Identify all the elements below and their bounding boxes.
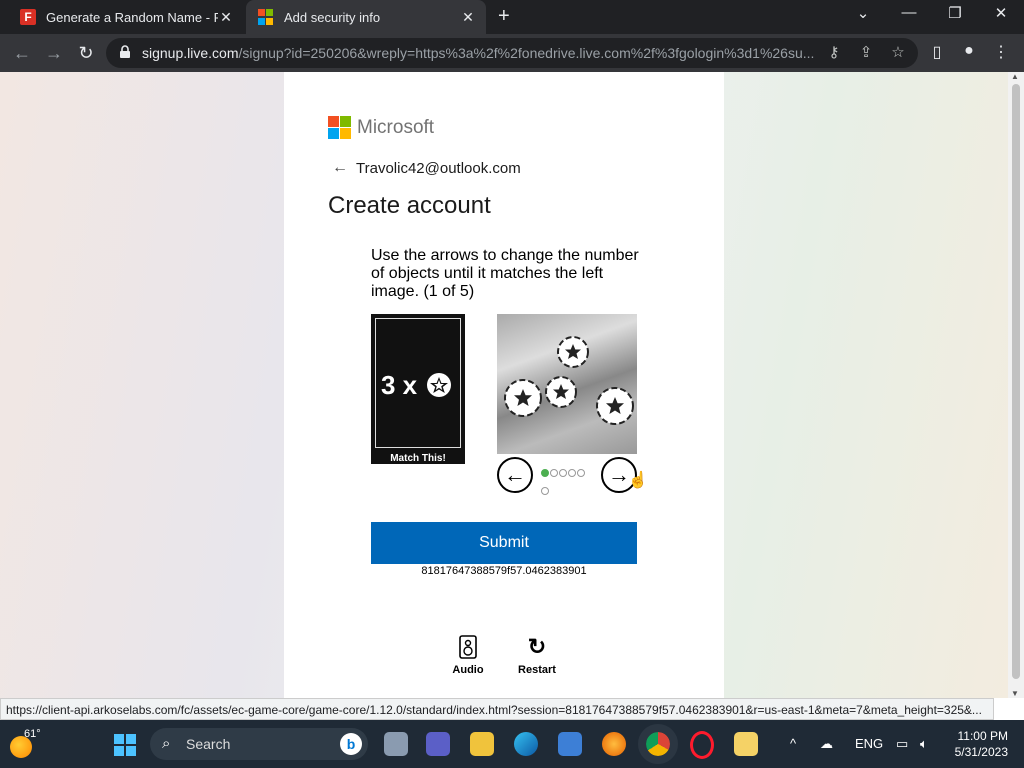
forward-arrow-icon[interactable]: → (42, 43, 66, 64)
signup-card: Microsoft ← Travolic42@outlook.com Creat… (284, 72, 724, 698)
microsoft-icon (258, 9, 274, 25)
page-scrollbar[interactable]: ▲ ▼ (1008, 72, 1024, 698)
back-to-email-link[interactable]: ← Travolic42@outlook.com (332, 159, 521, 177)
firefox-icon[interactable] (602, 732, 626, 756)
link-status-bar: https://client-api.arkoselabs.com/fc/ass… (0, 698, 994, 720)
microsoft-logo-icon (328, 116, 351, 139)
right-arrow-icon: → (608, 462, 630, 487)
brand-name: Microsoft (357, 116, 435, 138)
close-icon[interactable]: ✕ (460, 9, 476, 26)
address-bar[interactable]: signup.live.com/signup?id=250206&wreply=… (106, 38, 918, 68)
reload-icon[interactable]: ↻ (74, 43, 98, 64)
speaker-icon (459, 635, 477, 659)
session-id: 81817647388579f57.0462383901 (421, 565, 587, 577)
windows-taskbar: 61° ⌕ Search b ^ ☁ ENG ▭ 🔈︎ 11:00 PM 5/3… (0, 720, 1024, 768)
windows-start-icon[interactable] (114, 734, 136, 756)
network-icon[interactable]: ▭ (896, 736, 908, 752)
puzzle-target-image: 3 x Match This! (371, 314, 465, 464)
page-viewport: Microsoft ← Travolic42@outlook.com Creat… (0, 72, 1008, 698)
flower-icon (557, 336, 589, 368)
flower-star-icon (427, 373, 452, 397)
browser-tab-bar: F Generate a Random Name - Fake ✕ Add se… (0, 0, 1024, 34)
restore-button[interactable]: ❐ (940, 4, 970, 22)
flower-icon (504, 379, 542, 417)
opera-icon[interactable] (690, 731, 714, 759)
close-icon[interactable]: ✕ (218, 9, 234, 26)
new-tab-button[interactable]: + (498, 5, 510, 28)
search-icon: ⌕ (162, 735, 171, 752)
puzzle-progress-dots (541, 464, 591, 500)
scrollbar-thumb[interactable] (1012, 84, 1020, 679)
taskbar-clock[interactable]: 11:00 PM 5/31/2023 (948, 728, 1008, 760)
minimize-button[interactable]: — (894, 4, 924, 21)
flower-icon (545, 376, 577, 408)
puzzle-image (497, 314, 637, 454)
share-icon[interactable]: ⇪ (856, 43, 876, 61)
edge-icon[interactable] (514, 732, 538, 756)
lock-icon[interactable] (118, 45, 132, 59)
tab-search-chevron-icon[interactable]: ⌄ (848, 4, 878, 22)
menu-kebab-icon[interactable]: ⋮ (990, 42, 1012, 62)
audio-label: Audio (452, 664, 484, 676)
scroll-up-arrow-icon[interactable]: ▲ (1011, 72, 1019, 81)
left-arrow-icon: ← (504, 462, 526, 487)
target-count: 3 x (381, 370, 454, 401)
microsoft-logo: Microsoft (328, 116, 434, 139)
side-panel-icon[interactable]: ▯ (926, 42, 948, 62)
page-title: Create account (328, 192, 491, 219)
key-icon[interactable]: ⚷ (824, 43, 844, 61)
restart-label: Restart (518, 664, 556, 676)
file-explorer-icon[interactable] (470, 732, 494, 756)
fakename-f-icon: F (20, 9, 36, 25)
back-arrow-icon[interactable]: ← (10, 43, 34, 64)
submit-button[interactable]: Submit (371, 522, 637, 564)
audio-button[interactable]: Audio (443, 634, 493, 676)
clock-time: 11:00 PM (957, 729, 1008, 743)
tab-title: Generate a Random Name - Fake (46, 9, 218, 25)
puzzle-instructions: Use the arrows to change the number of o… (371, 247, 639, 300)
tab-fake-name-generator[interactable]: F Generate a Random Name - Fake ✕ (8, 0, 244, 34)
restart-icon: ↻ (527, 634, 547, 659)
chevron-up-icon[interactable]: ^ (790, 736, 796, 751)
tab-add-security-info[interactable]: Add security info ✕ (246, 0, 486, 34)
account-email: Travolic42@outlook.com (356, 159, 521, 177)
chrome-icon[interactable] (638, 724, 678, 764)
progress-dot (541, 469, 549, 477)
prev-arrow-button[interactable]: ← (497, 457, 533, 493)
taskbar-search[interactable]: ⌕ Search b (150, 728, 368, 760)
profile-icon[interactable]: ● (958, 42, 980, 60)
bookmark-star-icon[interactable]: ☆ (888, 43, 908, 61)
hand-cursor-icon: ☝ (628, 472, 648, 489)
progress-dot (577, 469, 585, 477)
search-label: Search (186, 736, 231, 752)
url-text[interactable]: signup.live.com/signup?id=250206&wreply=… (142, 45, 832, 61)
notes-icon[interactable] (734, 732, 758, 756)
restart-button[interactable]: ↻ Restart (512, 634, 562, 676)
flower-icon (596, 387, 634, 425)
volume-icon[interactable]: 🔈︎ (920, 736, 928, 752)
task-view-icon[interactable] (384, 732, 408, 756)
progress-dot (541, 487, 549, 495)
window-close-button[interactable]: ✕ (986, 4, 1016, 22)
cloud-icon[interactable]: ☁ (820, 736, 833, 752)
match-label: Match This! (390, 453, 446, 464)
tab-title: Add security info (284, 9, 381, 25)
weather-temperature: 61° (24, 728, 41, 740)
progress-dot (568, 469, 576, 477)
clock-date: 5/31/2023 (954, 745, 1008, 759)
bing-icon[interactable]: b (340, 733, 362, 755)
back-arrow-icon[interactable]: ← (332, 159, 348, 177)
puzzle-flowers (504, 336, 634, 425)
teams-chat-icon[interactable] (426, 732, 450, 756)
scroll-down-arrow-icon[interactable]: ▼ (1011, 689, 1019, 698)
progress-dot (550, 469, 558, 477)
language-indicator[interactable]: ENG (855, 736, 883, 751)
progress-dot (559, 469, 567, 477)
address-toolbar: ← → ↻ signup.live.com/signup?id=250206&w… (0, 34, 1024, 72)
microsoft-store-icon[interactable] (558, 732, 582, 756)
